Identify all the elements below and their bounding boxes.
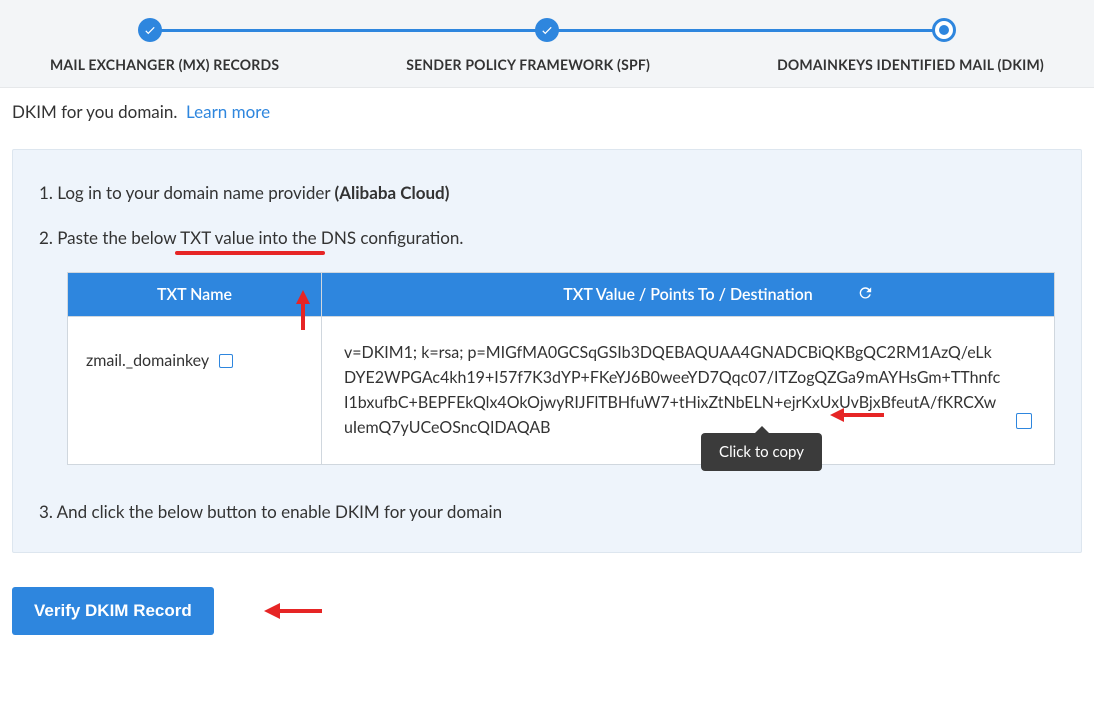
refresh-icon[interactable] xyxy=(857,284,874,305)
copy-icon[interactable] xyxy=(1016,413,1032,429)
txt-value-text: v=DKIM1; k=rsa; p=MIGfMA0GCSqGSIb3DQEBAQ… xyxy=(344,341,1002,440)
step-1-prefix: 1. Log in to your domain name provider xyxy=(39,182,335,203)
intro-fragment: DKIM for you domain. xyxy=(12,101,177,122)
learn-more-link[interactable]: Learn more xyxy=(186,101,270,122)
instructions-panel: 1. Log in to your domain name provider (… xyxy=(12,149,1082,553)
check-icon xyxy=(143,23,157,37)
txt-name-value: zmail._domainkey xyxy=(86,351,209,370)
td-txt-value: v=DKIM1; k=rsa; p=MIGfMA0GCSqGSIb3DQEBAQ… xyxy=(322,317,1054,464)
annotation-underline xyxy=(175,251,325,255)
copy-tooltip: Click to copy xyxy=(701,433,822,471)
annotation-arrow-left xyxy=(830,405,884,425)
copy-icon[interactable] xyxy=(219,354,233,368)
verify-dkim-button[interactable]: Verify DKIM Record xyxy=(12,587,214,635)
th-txt-value-label: TXT Value / Points To / Destination xyxy=(563,285,812,304)
step-3: 3. And click the below button to enable … xyxy=(39,501,1055,522)
annotation-arrow-up xyxy=(293,290,313,330)
stepper: MAIL EXCHANGER (MX) RECORDS SENDER POLIC… xyxy=(0,0,1094,88)
step-label-spf: SENDER POLICY FRAMEWORK (SPF) xyxy=(406,56,650,73)
step-node-spf[interactable] xyxy=(535,18,559,42)
step-1-provider: (Alibaba Cloud) xyxy=(335,182,450,203)
check-icon xyxy=(540,23,554,37)
intro-text: DKIM for you domain. Learn more xyxy=(0,88,1094,125)
step-2: 2. Paste the below TXT value into the DN… xyxy=(39,227,1055,248)
step-node-dkim[interactable] xyxy=(932,18,956,42)
dns-table: TXT Name zmail._domainkey TXT Value / Po… xyxy=(67,272,1055,465)
step-1: 1. Log in to your domain name provider (… xyxy=(39,182,1055,203)
td-txt-name: zmail._domainkey xyxy=(68,317,321,404)
step-node-mx[interactable] xyxy=(138,18,162,42)
stepper-track xyxy=(150,18,944,42)
step-label-mx: MAIL EXCHANGER (MX) RECORDS xyxy=(50,56,279,73)
step-label-dkim: DOMAINKEYS IDENTIFIED MAIL (DKIM) xyxy=(777,56,1044,73)
th-txt-name: TXT Name xyxy=(68,273,321,317)
annotation-arrow-left xyxy=(264,600,322,622)
th-txt-value: TXT Value / Points To / Destination xyxy=(322,273,1054,317)
